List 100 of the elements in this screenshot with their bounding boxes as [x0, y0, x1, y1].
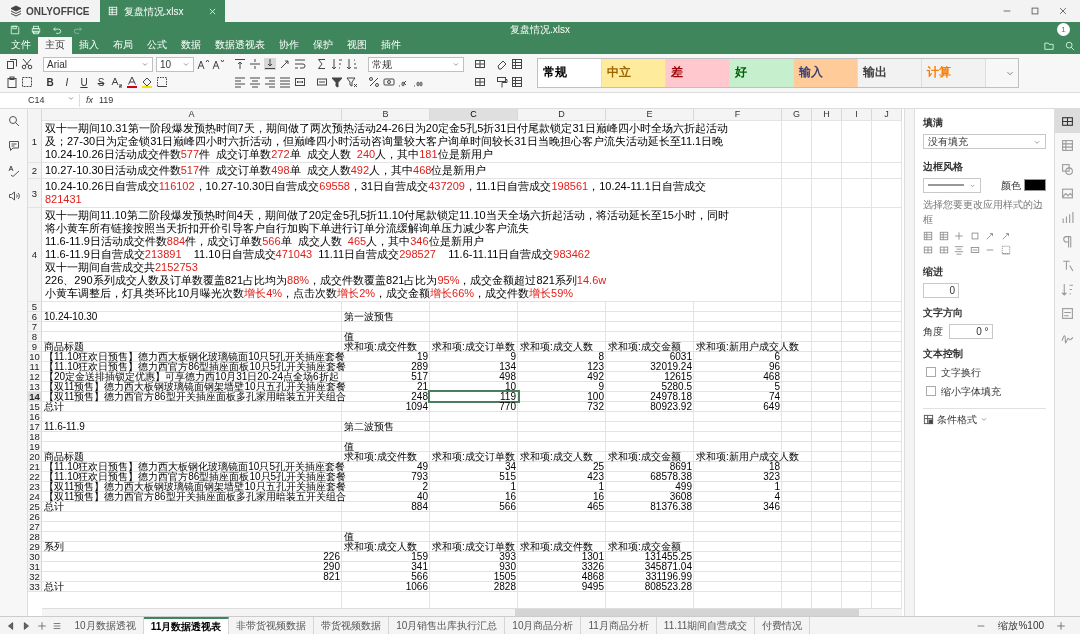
format-painter-icon[interactable]	[496, 76, 508, 88]
spellcheck-icon[interactable]	[7, 165, 20, 177]
conditional-format-icon[interactable]	[923, 413, 934, 425]
border-option-icon[interactable]	[969, 244, 980, 255]
sheet-tab[interactable]: 10月商品分析	[505, 617, 582, 634]
border-option-icon[interactable]	[1000, 230, 1011, 241]
formula-input[interactable]: 119	[99, 93, 114, 108]
cell-style-tile[interactable]: 输出	[858, 59, 922, 87]
column-header[interactable]: F	[694, 109, 782, 120]
sheet-tab[interactable]: 11月数据透视表	[143, 617, 230, 634]
menu-tab[interactable]: 插件	[374, 36, 408, 54]
menu-tab[interactable]: 布局	[106, 36, 140, 54]
border-option-icon[interactable]	[985, 230, 995, 241]
merge-icon[interactable]	[294, 76, 306, 88]
wrap-text-icon[interactable]	[294, 58, 306, 70]
align-left-icon[interactable]	[234, 76, 246, 88]
copy-icon[interactable]	[6, 58, 18, 70]
cell-style-tile[interactable]: 差	[666, 59, 730, 87]
cell-settings-tab[interactable]	[1054, 109, 1080, 133]
column-header[interactable]: A	[42, 109, 342, 120]
search-icon[interactable]	[1064, 41, 1075, 52]
cell-style-tile[interactable]: 常规	[538, 59, 602, 87]
checkbox[interactable]	[925, 367, 936, 377]
border-option-icon[interactable]	[938, 230, 949, 241]
cell-style-tile[interactable]: 好	[730, 59, 794, 87]
function-button[interactable]: fx	[80, 93, 99, 108]
paste-icon[interactable]	[6, 76, 18, 88]
sheet-list-icon[interactable]	[52, 620, 62, 631]
sheet-tab[interactable]: 带货视频数据	[314, 617, 390, 634]
column-header[interactable]: E	[606, 109, 694, 120]
sort-ascending-icon[interactable]	[331, 58, 343, 70]
angle-spinner[interactable]: 0 °	[948, 323, 993, 339]
sheet-tab[interactable]: 付费情况	[755, 617, 811, 634]
menu-tab[interactable]: 数据透视表	[208, 36, 272, 54]
font-dropdown[interactable]: Arial	[43, 56, 153, 72]
next-sheet-icon[interactable]	[21, 620, 31, 631]
border-option-icon[interactable]	[969, 230, 980, 241]
save-icon[interactable]	[10, 24, 20, 35]
align-right-icon[interactable]	[264, 76, 276, 88]
cell-style-tile[interactable]: 输入	[794, 59, 858, 87]
cell-style-tile[interactable]: 中立	[602, 59, 666, 87]
currency-icon[interactable]	[383, 76, 395, 88]
number-format-dropdown[interactable]: 常规	[368, 56, 464, 72]
scrollbar-thumb[interactable]	[515, 609, 859, 616]
format-button[interactable]: B	[43, 74, 57, 90]
fill-color-icon[interactable]	[141, 76, 153, 88]
text-orientation-icon[interactable]	[279, 58, 291, 70]
add-sheet-icon[interactable]	[36, 620, 47, 631]
menu-tab[interactable]: 协作	[272, 36, 306, 54]
sum-icon[interactable]	[316, 58, 328, 70]
menu-tab[interactable]: 公式	[140, 36, 174, 54]
checkbox[interactable]	[925, 386, 936, 396]
clear-filter-icon[interactable]	[346, 76, 358, 88]
sheet-tab[interactable]: 11月商品分析	[581, 617, 657, 634]
cut-icon[interactable]	[21, 58, 33, 70]
name-box[interactable]: C14	[0, 93, 80, 108]
vertical-scrollbar[interactable]	[904, 109, 914, 616]
sheet-tab[interactable]: 10月销售出库执行汇总	[389, 617, 506, 634]
document-tab[interactable]: 复盘情况.xlsx	[99, 0, 225, 22]
font-size-dropdown[interactable]: 10	[156, 56, 194, 72]
row-header[interactable]: 3	[28, 179, 42, 208]
comment-icon[interactable]	[7, 140, 20, 152]
row-header[interactable]: 4	[28, 208, 42, 302]
zoom-in-icon[interactable]	[1056, 620, 1066, 631]
font-color-icon[interactable]	[126, 76, 138, 88]
column-header[interactable]: G	[782, 109, 812, 120]
active-cell[interactable]: 119	[430, 392, 518, 401]
menu-tab[interactable]: 插入	[72, 36, 106, 54]
print-icon[interactable]	[31, 24, 41, 35]
format-button[interactable]: I	[60, 74, 74, 90]
border-option-icon[interactable]	[954, 230, 964, 241]
named-range-icon[interactable]	[316, 76, 328, 88]
undo-icon[interactable]	[52, 24, 62, 35]
borders-icon[interactable]	[156, 76, 168, 88]
sheet-tab[interactable]: 10月数据透视	[67, 617, 144, 634]
menu-tab[interactable]: 保护	[306, 36, 340, 54]
clear-icon[interactable]	[496, 58, 508, 70]
column-header[interactable]: C	[430, 109, 518, 120]
border-option-icon[interactable]	[954, 244, 964, 255]
percent-icon[interactable]	[368, 76, 380, 88]
border-option-icon[interactable]	[1000, 244, 1011, 255]
subscript-icon[interactable]	[111, 76, 123, 88]
align-bottom-icon[interactable]	[264, 58, 276, 70]
fill-dropdown[interactable]: 没有填充	[923, 134, 1046, 149]
previous-sheet-icon[interactable]	[5, 620, 16, 631]
row-header[interactable]: 1	[28, 121, 42, 163]
column-header[interactable]: H	[812, 109, 842, 120]
format-button[interactable]: S	[94, 74, 108, 90]
increase-font-icon[interactable]	[197, 58, 209, 70]
column-header[interactable]: J	[872, 109, 902, 120]
sort-descending-icon[interactable]	[346, 58, 358, 70]
border-option-icon[interactable]	[923, 244, 933, 255]
column-header[interactable]: D	[518, 109, 606, 120]
maximize-icon[interactable]	[1030, 6, 1040, 16]
filter-icon[interactable]	[331, 76, 343, 88]
format-table-icon[interactable]	[511, 58, 523, 70]
menu-tab[interactable]: 文件	[4, 36, 38, 54]
border-option-icon[interactable]	[938, 244, 949, 255]
column-header[interactable]: I	[842, 109, 872, 120]
row-header[interactable]: 33	[28, 582, 42, 592]
